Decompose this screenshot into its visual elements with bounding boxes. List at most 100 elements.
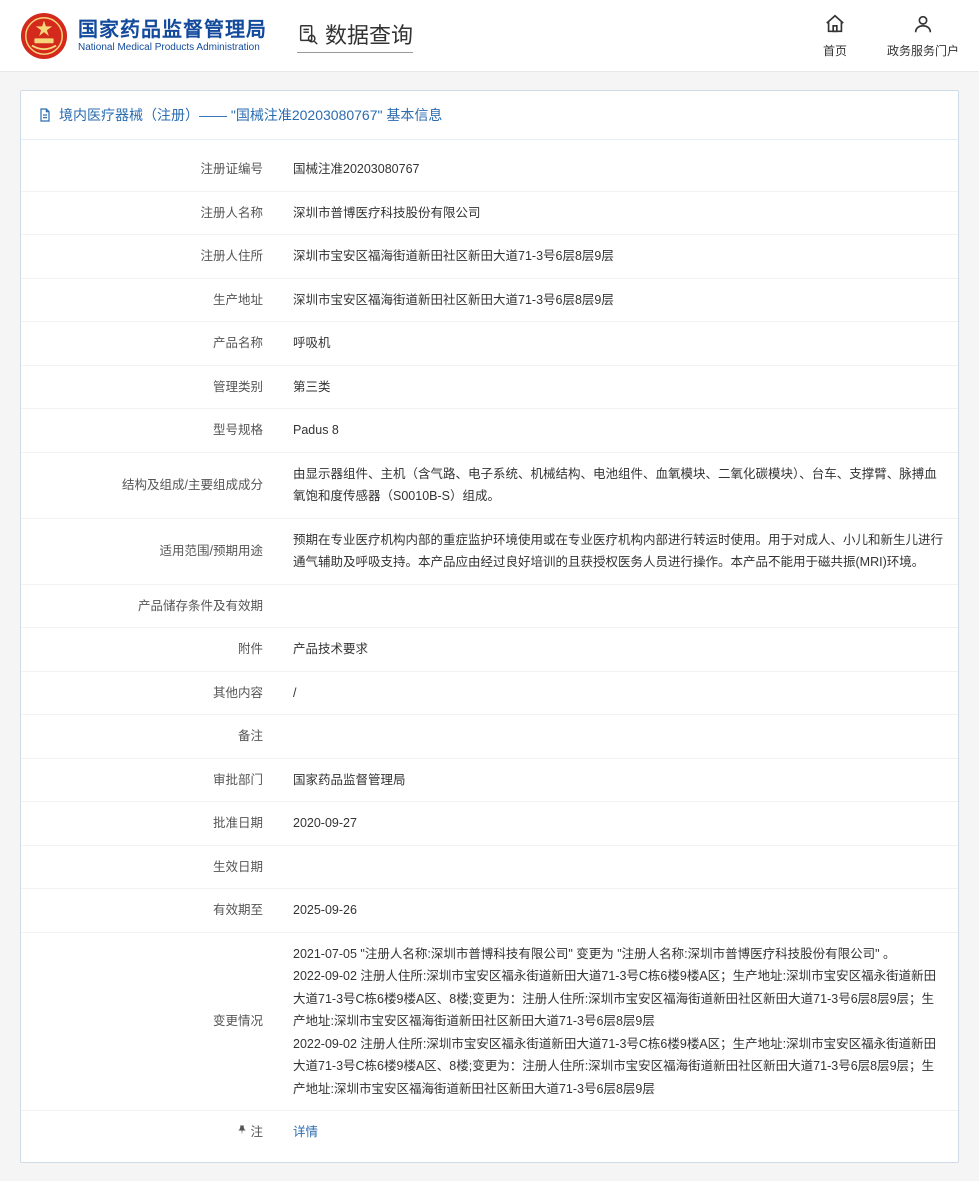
table-row: 批准日期 2020-09-27 xyxy=(21,802,958,846)
pin-icon xyxy=(236,1121,248,1144)
home-icon xyxy=(824,13,846,38)
content-panel: 境内医疗器械（注册）—— "国械注准20203080767" 基本信息 注册证编… xyxy=(20,90,959,1163)
table-row: 变更情况 2021-07-05 "注册人名称:深圳市普博科技有限公司" 变更为 "… xyxy=(21,932,958,1111)
info-table: 注册证编号 国械注准20203080767 注册人名称 深圳市普博医疗科技股份有限公司… xyxy=(21,148,958,1154)
row-value-text: 国家药品监督管理局 xyxy=(293,773,406,787)
row-value xyxy=(281,715,958,759)
table-row: 结构及组成/主要组成成分 由显示器组件、主机（含气路、电子系统、机械结构、电池组件… xyxy=(21,452,958,518)
row-label-text: 产品名称 xyxy=(213,336,263,350)
row-label: 型号规格 xyxy=(21,409,281,453)
row-label: 注 xyxy=(21,1111,281,1154)
row-label-text: 注册证编号 xyxy=(200,162,263,176)
row-value-text: 深圳市普博医疗科技股份有限公司 xyxy=(293,206,481,220)
row-label: 变更情况 xyxy=(21,932,281,1111)
row-value-text: 2021-07-05 "注册人名称:深圳市普博科技有限公司" 变更为 "注册人名… xyxy=(293,947,896,961)
table-row: 生效日期 xyxy=(21,845,958,889)
table-row: 附件 产品技术要求 xyxy=(21,628,958,672)
row-label: 管理类别 xyxy=(21,365,281,409)
table-row: 审批部门 国家药品监督管理局 xyxy=(21,758,958,802)
row-value-text: 呼吸机 xyxy=(293,336,331,350)
row-label-text: 生效日期 xyxy=(213,860,263,874)
row-value-text: 深圳市宝安区福海街道新田社区新田大道71-3号6层8层9层 xyxy=(293,293,614,307)
row-value: 由显示器组件、主机（含气路、电子系统、机械结构、电池组件、血氧模块、二氧化碳模块… xyxy=(281,452,958,518)
row-label-text: 批准日期 xyxy=(213,816,263,830)
row-value: 深圳市宝安区福海街道新田社区新田大道71-3号6层8层9层 xyxy=(281,235,958,279)
header-left: 国家药品监督管理局 National Medical Products Admi… xyxy=(20,12,413,60)
table-row: 注册人住所 深圳市宝安区福海街道新田社区新田大道71-3号6层8层9层 xyxy=(21,235,958,279)
page-title: 境内医疗器械（注册）—— "国械注准20203080767" 基本信息 xyxy=(59,105,442,125)
row-value-text: 第三类 xyxy=(293,380,331,394)
top-nav: 首页 政务服务门户 xyxy=(823,13,959,59)
row-label: 注册人住所 xyxy=(21,235,281,279)
table-row: 其他内容 / xyxy=(21,671,958,715)
row-label-text: 其他内容 xyxy=(213,686,263,700)
user-icon xyxy=(912,13,934,38)
row-label: 结构及组成/主要组成成分 xyxy=(21,452,281,518)
row-label-text: 产品储存条件及有效期 xyxy=(138,599,263,613)
row-label: 注册证编号 xyxy=(21,148,281,191)
row-label: 产品名称 xyxy=(21,322,281,366)
row-value: 国械注准20203080767 xyxy=(281,148,958,191)
row-value: 产品技术要求 xyxy=(281,628,958,672)
row-label-text: 生产地址 xyxy=(213,293,263,307)
row-value: 第三类 xyxy=(281,365,958,409)
row-value: / xyxy=(281,671,958,715)
row-label-text: 变更情况 xyxy=(213,1014,263,1028)
row-label-text: 审批部门 xyxy=(213,773,263,787)
site-header: 国家药品监督管理局 National Medical Products Admi… xyxy=(0,0,979,72)
row-label: 附件 xyxy=(21,628,281,672)
query-label: 数据查询 xyxy=(325,18,413,50)
table-row: 注册证编号 国械注准20203080767 xyxy=(21,148,958,191)
table-row: 管理类别 第三类 xyxy=(21,365,958,409)
row-label-text: 注册人住所 xyxy=(200,249,263,263)
row-label-text: 注册人名称 xyxy=(200,206,263,220)
org-names: 国家药品监督管理局 National Medical Products Admi… xyxy=(78,18,267,54)
row-label-text: 适用范围/预期用途 xyxy=(160,544,263,558)
row-value: 2020-09-27 xyxy=(281,802,958,846)
row-value-text: 2025-09-26 xyxy=(293,903,357,917)
table-row: 注 详情 xyxy=(21,1111,958,1154)
row-value-text: / xyxy=(293,686,296,700)
row-value: 呼吸机 xyxy=(281,322,958,366)
org-name-cn: 国家药品监督管理局 xyxy=(78,18,267,42)
table-row: 产品储存条件及有效期 xyxy=(21,584,958,628)
logo-block: 国家药品监督管理局 National Medical Products Admi… xyxy=(20,12,267,60)
row-value: 2021-07-05 "注册人名称:深圳市普博科技有限公司" 变更为 "注册人名… xyxy=(281,932,958,1111)
nav-home[interactable]: 首页 xyxy=(823,13,847,59)
row-value: 预期在专业医疗机构内部的重症监护环境使用或在专业医疗机构内部进行转运时使用。用于… xyxy=(281,518,958,584)
national-emblem-icon xyxy=(20,12,68,60)
row-value-text: 由显示器组件、主机（含气路、电子系统、机械结构、电池组件、血氧模块、二氧化碳模块… xyxy=(293,467,937,504)
page-title-bar: 境内医疗器械（注册）—— "国械注准20203080767" 基本信息 xyxy=(21,91,958,140)
row-label: 审批部门 xyxy=(21,758,281,802)
row-value-text: 预期在专业医疗机构内部的重症监护环境使用或在专业医疗机构内部进行转运时使用。用于… xyxy=(293,533,943,570)
row-label: 生产地址 xyxy=(21,278,281,322)
table-row: 适用范围/预期用途 预期在专业医疗机构内部的重症监护环境使用或在专业医疗机构内部进… xyxy=(21,518,958,584)
nav-service-portal[interactable]: 政务服务门户 xyxy=(887,13,959,59)
row-label-text: 结构及组成/主要组成成分 xyxy=(122,478,263,492)
table-row: 注册人名称 深圳市普博医疗科技股份有限公司 xyxy=(21,191,958,235)
table-row: 型号规格 Padus 8 xyxy=(21,409,958,453)
row-label: 批准日期 xyxy=(21,802,281,846)
row-label-text: 附件 xyxy=(238,642,263,656)
row-value: 深圳市宝安区福海街道新田社区新田大道71-3号6层8层9层 xyxy=(281,278,958,322)
row-label-text: 型号规格 xyxy=(213,423,263,437)
details-link[interactable]: 详情 xyxy=(293,1125,318,1139)
table-row: 产品名称 呼吸机 xyxy=(21,322,958,366)
row-label-text: 备注 xyxy=(238,729,263,743)
document-icon xyxy=(37,107,53,123)
row-value-text: Padus 8 xyxy=(293,423,339,437)
row-label-text: 管理类别 xyxy=(213,380,263,394)
table-row: 备注 xyxy=(21,715,958,759)
row-label: 备注 xyxy=(21,715,281,759)
row-label: 注册人名称 xyxy=(21,191,281,235)
row-value-text: 国械注准20203080767 xyxy=(293,162,419,176)
row-label: 产品储存条件及有效期 xyxy=(21,584,281,628)
row-value-text: 深圳市宝安区福海街道新田社区新田大道71-3号6层8层9层 xyxy=(293,249,614,263)
row-value-text: 2020-09-27 xyxy=(293,816,357,830)
row-value: 国家药品监督管理局 xyxy=(281,758,958,802)
org-name-en: National Medical Products Administration xyxy=(78,42,267,54)
row-value-text: 2022-09-02 注册人住所:深圳市宝安区福永街道新田大道71-3号C栋6楼… xyxy=(293,969,936,1028)
row-value-text: 产品技术要求 xyxy=(293,642,368,656)
row-label-text: 有效期至 xyxy=(213,903,263,917)
row-label-text: 注 xyxy=(250,1125,263,1139)
